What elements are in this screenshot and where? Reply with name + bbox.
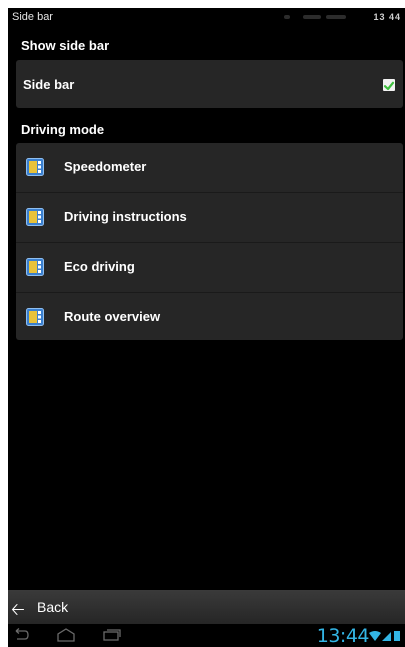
status-indicator-icon (326, 15, 346, 19)
back-label: Back (37, 599, 69, 615)
back-arrow-icon: 🡠 (11, 600, 25, 620)
item-label: Driving instructions (64, 209, 187, 224)
system-nav-bar: 13:44 (8, 624, 405, 647)
side-bar-toggle-row[interactable]: Side bar (16, 60, 403, 108)
wifi-icon (369, 631, 381, 641)
system-clock: 13:44 (316, 625, 370, 647)
phone-screen: Side bar 13 44 Show side bar Side bar Dr… (8, 8, 405, 647)
item-label: Speedometer (64, 159, 147, 174)
battery-icon (394, 631, 400, 641)
section-header-driving-mode: Driving mode (21, 122, 105, 137)
nav-recents-icon[interactable] (101, 628, 121, 642)
status-time: 13 44 (373, 12, 401, 22)
widget-icon (26, 308, 44, 326)
driving-mode-card: Speedometer Driving instructions Eco dri… (16, 143, 403, 340)
widget-icon (26, 158, 44, 176)
status-bar: Side bar 13 44 (8, 8, 405, 28)
side-bar-label: Side bar (23, 77, 75, 92)
nav-back-icon[interactable] (11, 628, 29, 642)
widget-icon (26, 258, 44, 276)
driving-mode-item-driving-instructions[interactable]: Driving instructions (16, 193, 403, 243)
signal-icon (382, 632, 391, 641)
widget-icon (26, 208, 44, 226)
back-button[interactable]: 🡠 Back (8, 590, 405, 624)
status-indicator-icon (303, 15, 321, 19)
driving-mode-item-speedometer[interactable]: Speedometer (16, 143, 403, 193)
nav-home-icon[interactable] (56, 628, 76, 642)
side-bar-card: Side bar (16, 60, 403, 108)
section-header-show-side-bar: Show side bar (21, 38, 110, 53)
system-status-icons (369, 629, 401, 647)
status-indicator-icon (284, 15, 290, 19)
driving-mode-item-route-overview[interactable]: Route overview (16, 293, 403, 342)
screen-title: Side bar (12, 11, 53, 23)
item-label: Eco driving (64, 259, 135, 274)
side-bar-checkbox[interactable] (383, 79, 395, 91)
driving-mode-item-eco-driving[interactable]: Eco driving (16, 243, 403, 293)
checkmark-icon (383, 81, 395, 91)
item-label: Route overview (64, 309, 161, 324)
